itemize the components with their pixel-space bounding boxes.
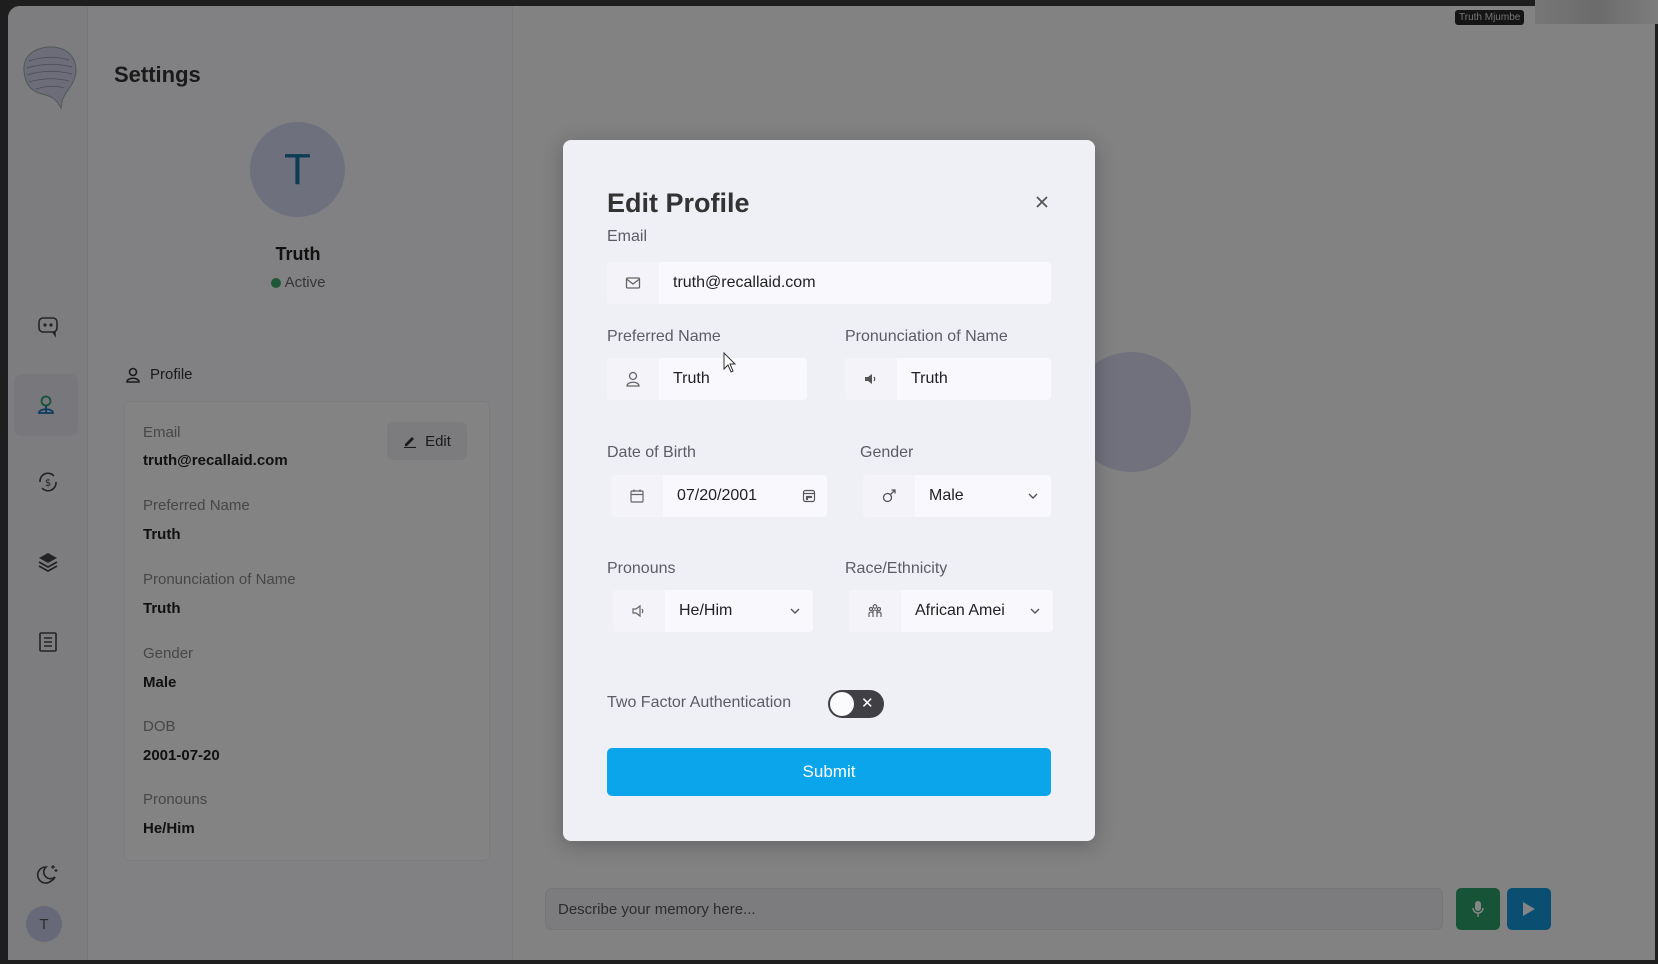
chevron-down-icon [790, 608, 800, 614]
envelope-icon [625, 277, 641, 289]
toggle-off-x-icon: ✕ [861, 695, 874, 712]
submit-button[interactable]: Submit [607, 748, 1051, 796]
people-icon-box [849, 590, 901, 632]
email-icon-box [607, 262, 659, 304]
dob-field[interactable]: 07/20/2001 [611, 475, 827, 517]
close-icon [1036, 196, 1048, 208]
gender-label: Gender [860, 444, 914, 461]
calendar-icon [630, 489, 644, 503]
preferred-name-field[interactable]: Truth [607, 358, 807, 400]
two-factor-label: Two Factor Authentication [607, 694, 792, 711]
speaker-icon-box [613, 590, 665, 632]
gender-value: Male [929, 487, 964, 504]
chevron-down-icon [1028, 493, 1038, 499]
male-symbol-icon [882, 489, 896, 503]
pronunciation-field[interactable]: Truth [845, 358, 1051, 400]
gender-select[interactable]: Male [863, 475, 1051, 517]
pronunciation-label: Pronunciation of Name [845, 328, 1008, 345]
dob-label: Date of Birth [607, 444, 696, 461]
date-picker-button[interactable] [791, 489, 827, 503]
race-value: African Amei [915, 602, 1005, 619]
pronunciation-value: Truth [911, 370, 948, 387]
speaker-icon [865, 374, 876, 384]
gender-icon-box [863, 475, 915, 517]
user-icon-box [607, 358, 659, 400]
race-select[interactable]: African Amei [849, 590, 1053, 632]
pronouns-label: Pronouns [607, 560, 676, 577]
speaker-icon-box [845, 358, 897, 400]
calendar-icon-box [611, 475, 663, 517]
user-icon [626, 371, 640, 387]
chevron-down-icon [1030, 608, 1040, 614]
edit-profile-modal: Edit Profile Email truth@recallaid.com P… [563, 140, 1095, 841]
date-picker-icon [802, 489, 816, 503]
close-button[interactable] [1030, 190, 1054, 214]
pronouns-select[interactable]: He/Him [613, 590, 813, 632]
people-icon [868, 604, 882, 617]
dob-value: 07/20/2001 [677, 487, 758, 504]
race-label: Race/Ethnicity [845, 560, 948, 577]
screen: $ T Settings T Truth Active Profile Edit… [0, 0, 1658, 964]
pronouns-value: He/Him [679, 602, 733, 619]
email-field[interactable]: truth@recallaid.com [607, 262, 1051, 304]
speaker-outline-icon [632, 604, 644, 618]
two-factor-toggle[interactable]: ✕ [828, 690, 884, 718]
preferred-name-label: Preferred Name [607, 328, 721, 345]
email-value: truth@recallaid.com [673, 274, 816, 291]
mouse-cursor-icon [723, 352, 737, 373]
email-label: Email [607, 228, 648, 245]
modal-title: Edit Profile [607, 188, 750, 218]
toggle-knob [830, 692, 854, 716]
